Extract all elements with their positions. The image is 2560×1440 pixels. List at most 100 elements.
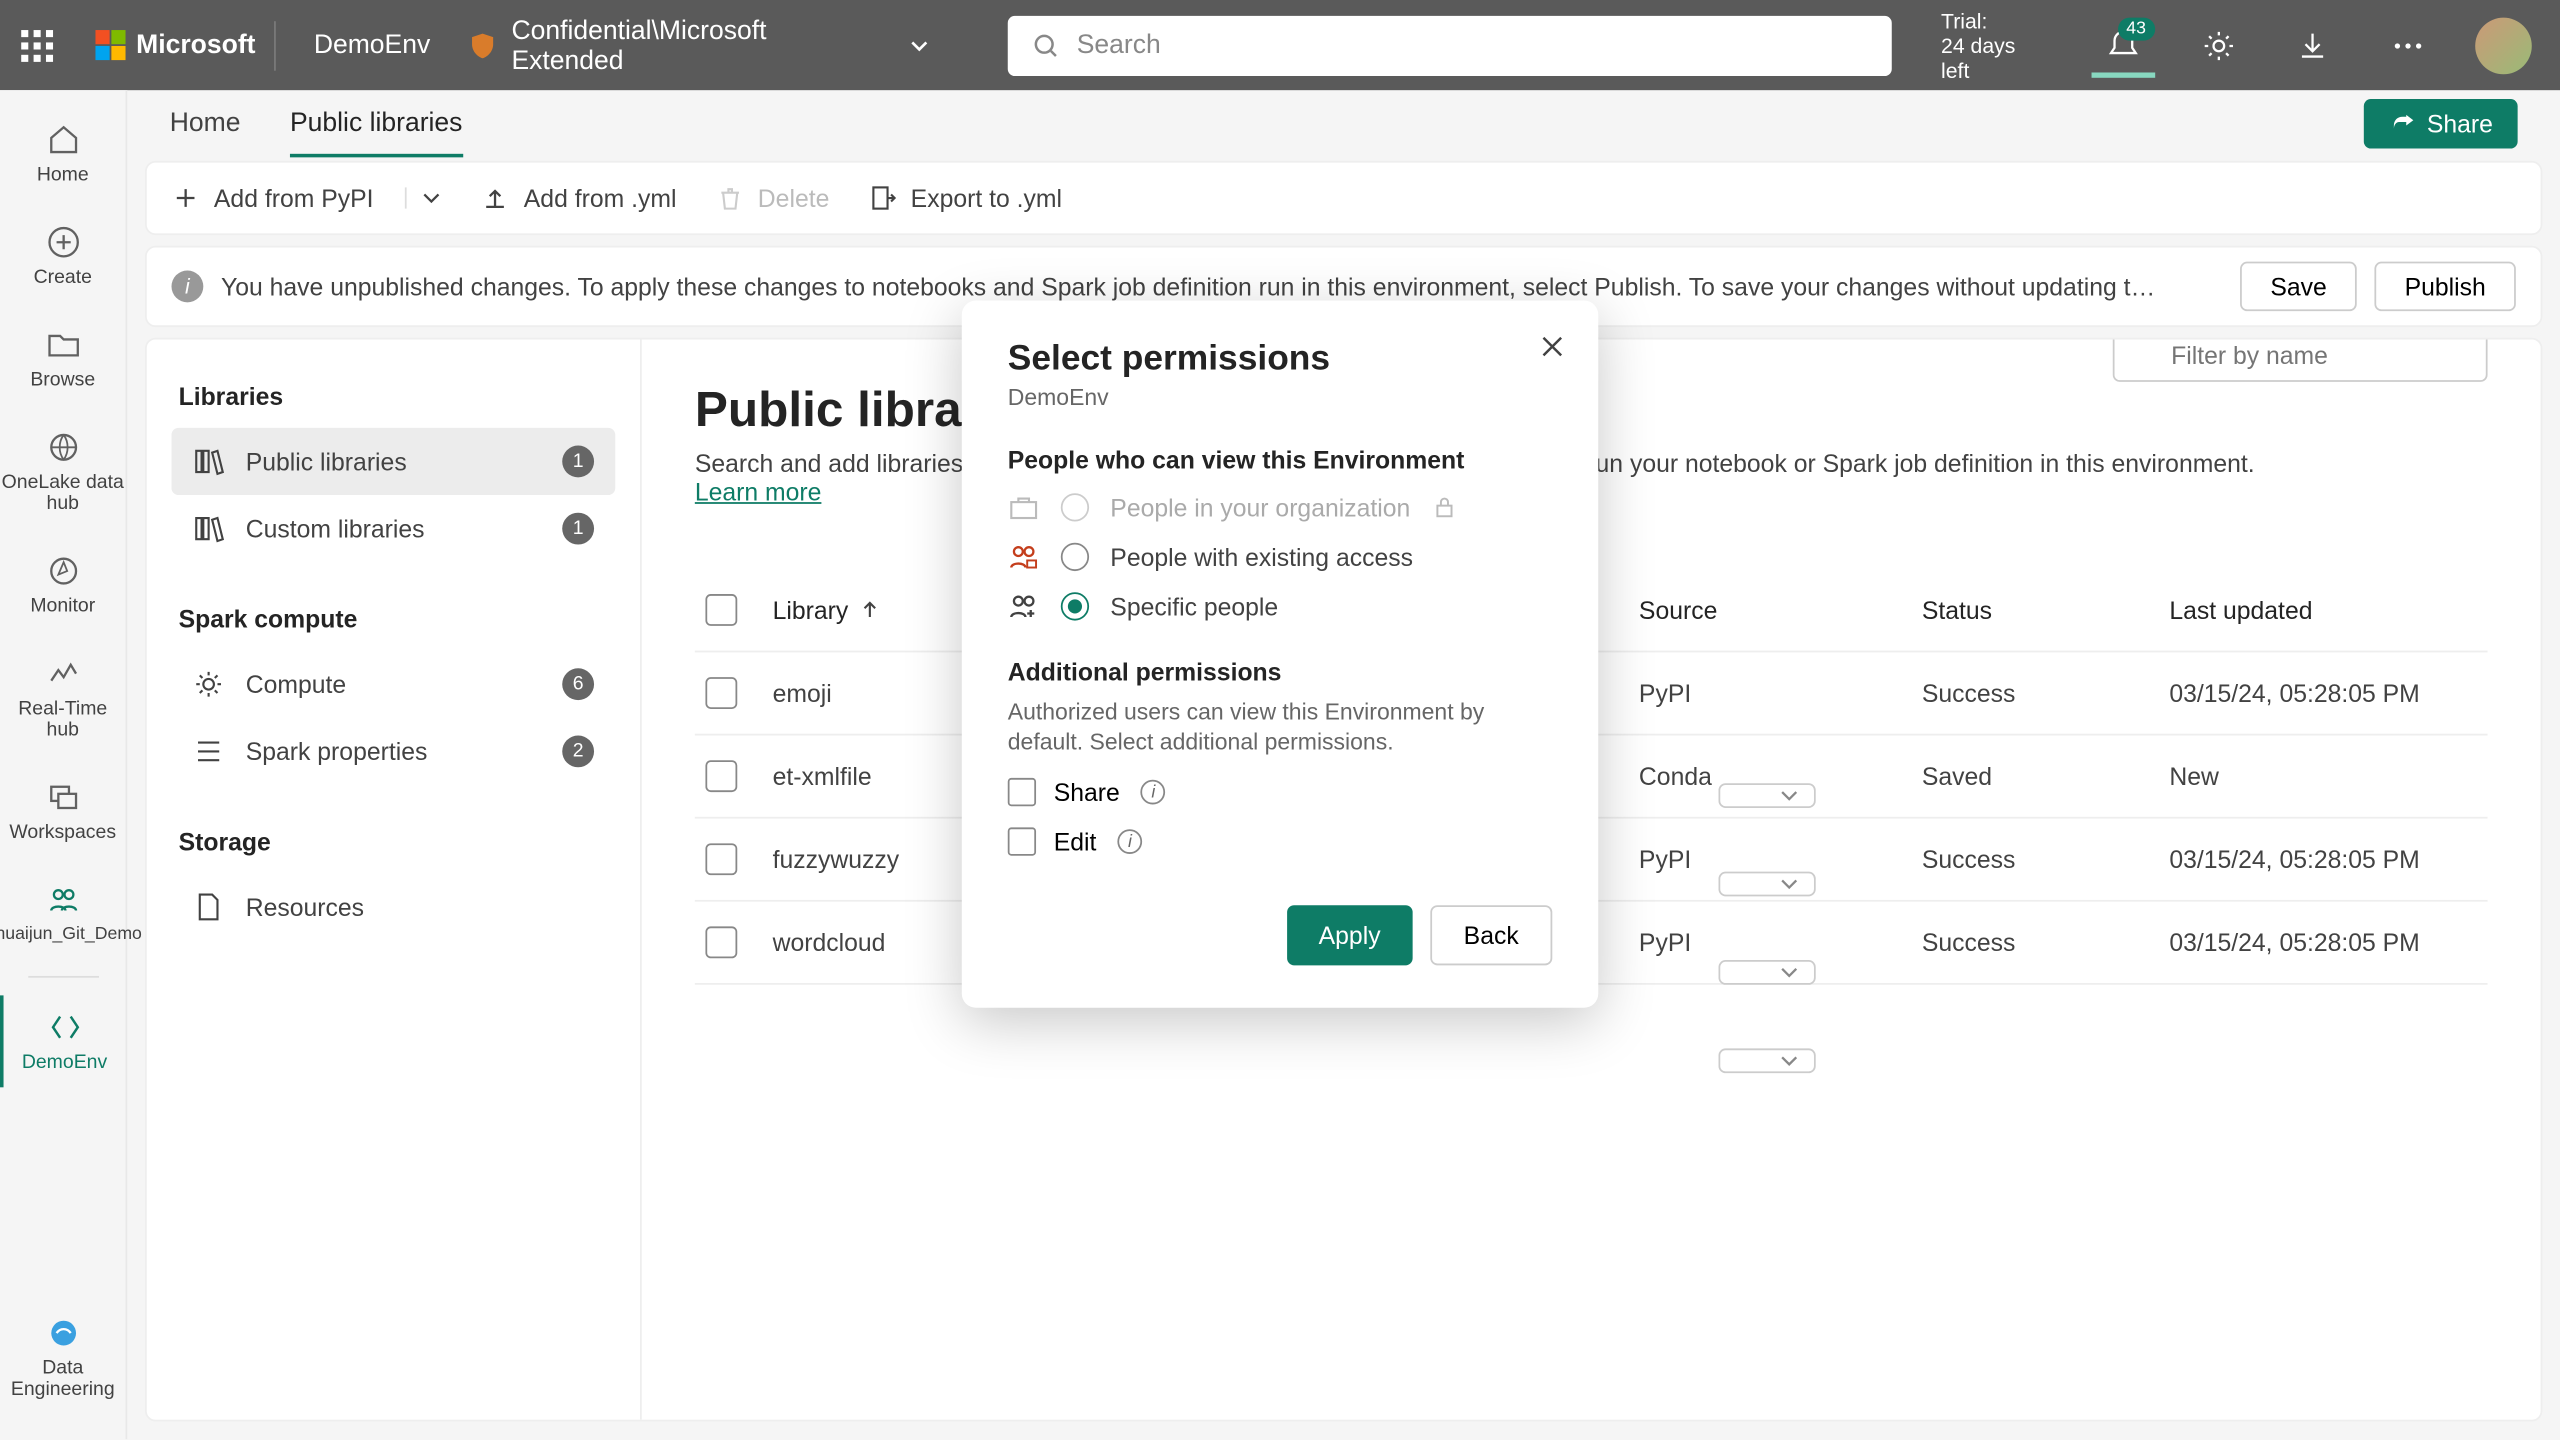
cell-source: PyPI [1639,679,1922,707]
modal-title: Select permissions [1008,339,1553,380]
cell-status: Success [1922,679,2170,707]
apply-button[interactable]: Apply [1287,905,1413,965]
permission-option-specific[interactable]: Specific people [1008,591,1553,623]
banner-text: You have unpublished changes. To apply t… [221,272,2166,300]
close-icon [1538,332,1566,360]
gear-icon [193,668,225,700]
checkbox-edit[interactable] [1008,827,1036,855]
list-icon [193,735,225,767]
public-libraries-count: 1 [562,446,594,478]
rail-home[interactable]: Home [0,108,126,200]
modal-view-section-title: People who can view this Environment [1008,446,1553,474]
row-checkbox[interactable] [705,760,737,792]
cell-updated: 03/15/24, 05:28:05 PM [2169,928,2487,956]
share-button[interactable]: Share [2363,99,2517,149]
rail-create[interactable]: Create [0,210,126,302]
home-icon [45,122,80,157]
globe-icon [45,430,80,465]
version-select[interactable] [1718,1048,1815,1073]
export-yml-button[interactable]: Export to .yml [868,184,1062,212]
settings-button[interactable] [2183,27,2253,62]
version-select[interactable] [1718,783,1815,808]
save-button[interactable]: Save [2240,262,2357,312]
modal-additional-title: Additional permissions [1008,658,1553,686]
sidenav-storage-title: Storage [179,827,616,855]
col-source[interactable]: Source [1639,596,1922,624]
chevron-down-icon [1779,1050,1800,1071]
rail-demoenv[interactable]: DemoEnv [0,995,126,1087]
select-permissions-modal: Select permissions DemoEnv People who ca… [962,301,1598,1008]
version-select[interactable] [1718,872,1815,897]
rail-browse[interactable]: Browse [0,313,126,405]
rail-monitor[interactable]: Monitor [0,539,126,631]
sidenav-custom-libraries[interactable]: Custom libraries 1 [171,495,615,562]
chevron-down-icon [1779,873,1800,894]
chevron-down-icon [1779,785,1800,806]
delete-button: Delete [715,184,829,212]
folder-icon [45,327,80,362]
rail-realtime[interactable]: Real-Time hub [0,642,126,755]
cell-updated: 03/15/24, 05:28:05 PM [2169,679,2487,707]
permission-option-existing[interactable]: People with existing access [1008,541,1553,573]
people-add-icon [1008,591,1040,623]
checkbox-share[interactable] [1008,778,1036,806]
cell-updated: New [2169,762,2487,790]
chevron-down-icon [909,34,930,55]
search-box[interactable] [1008,15,1892,75]
sensitivity-text: Confidential\Microsoft Extended [511,15,883,75]
chevron-down-icon [1779,962,1800,983]
upload-icon [481,184,509,212]
select-all-checkbox[interactable] [705,594,737,626]
notifications-button[interactable]: 43 [2088,27,2158,62]
rail-data-engineering[interactable]: Data Engineering [0,1301,126,1414]
radio-specific[interactable] [1061,592,1089,620]
sidenav-public-libraries[interactable]: Public libraries 1 [171,428,615,495]
sensitivity-label[interactable]: Confidential\Microsoft Extended [469,15,930,75]
library-icon [193,513,225,545]
plus-circle-icon [45,225,80,260]
cell-status: Saved [1922,762,2170,790]
modal-additional-desc: Authorized users can view this Environme… [1008,697,1553,757]
search-input[interactable] [1077,30,1867,60]
learn-more-link[interactable]: Learn more [695,477,822,505]
app-launcher-icon[interactable] [21,29,53,61]
account-button[interactable] [2468,17,2538,74]
modal-close-button[interactable] [1538,332,1566,360]
row-checkbox[interactable] [705,677,737,709]
rail-onelake[interactable]: OneLake data hub [0,415,126,528]
add-from-yml-button[interactable]: Add from .yml [481,184,676,212]
row-checkbox[interactable] [705,843,737,875]
permission-share[interactable]: Share i [1008,778,1553,806]
gear-icon [2201,27,2236,62]
row-checkbox[interactable] [705,926,737,958]
trial-status[interactable]: Trial: 24 days left [1941,8,2049,82]
tab-home[interactable]: Home [170,90,241,157]
environment-name[interactable]: DemoEnv [300,30,445,60]
version-select[interactable] [1718,960,1815,985]
shield-icon [469,31,497,59]
info-icon[interactable]: i [1118,829,1143,854]
info-icon[interactable]: i [1141,780,1166,805]
sidenav-resources[interactable]: Resources [171,873,615,940]
people-lock-icon [1008,541,1040,573]
filter-by-name[interactable] [2113,338,2488,382]
sidenav-spark-properties[interactable]: Spark properties 2 [171,718,615,785]
back-button[interactable]: Back [1430,905,1552,965]
cell-status: Success [1922,845,2170,873]
download-button[interactable] [2278,27,2348,62]
notification-badge: 43 [2117,17,2154,40]
rail-workspaces[interactable]: Workspaces [0,766,126,858]
permission-edit[interactable]: Edit i [1008,827,1553,855]
add-from-pypi-dropdown[interactable] [405,187,442,208]
col-last-updated[interactable]: Last updated [2169,596,2487,624]
tab-public-libraries[interactable]: Public libraries [290,90,462,157]
radio-existing[interactable] [1061,543,1089,571]
add-from-pypi-button[interactable]: Add from PyPI [171,184,373,212]
workspaces-icon [45,780,80,815]
col-status[interactable]: Status [1922,596,2170,624]
sidenav-compute[interactable]: Compute 6 [171,651,615,718]
filter-input[interactable] [2113,338,2488,382]
rail-workspace-demo[interactable]: Shuaijun_Git_Demo [0,868,126,958]
more-button[interactable] [2373,27,2443,62]
publish-button[interactable]: Publish [2375,262,2516,312]
